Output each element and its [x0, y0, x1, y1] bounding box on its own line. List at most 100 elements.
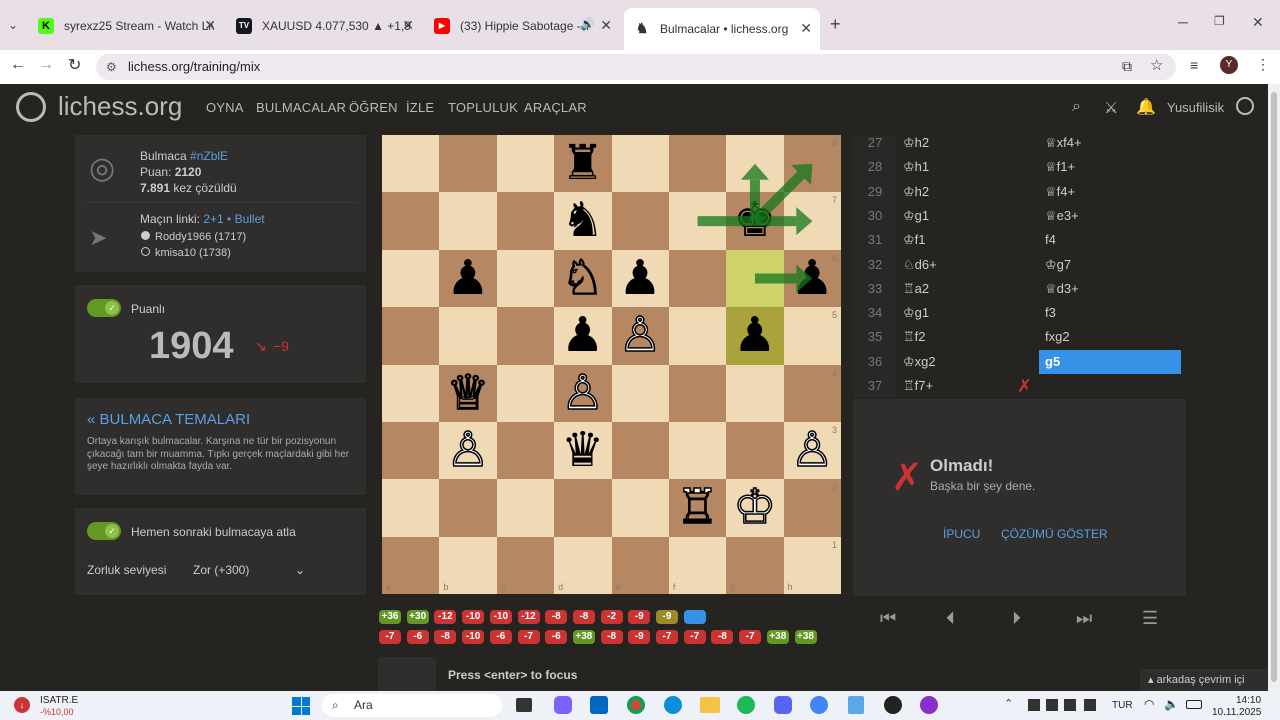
- input-language[interactable]: TUR: [1112, 700, 1133, 711]
- black-move[interactable]: f3: [1045, 301, 1056, 325]
- black-move[interactable]: f4: [1045, 228, 1056, 252]
- forward-icon[interactable]: →: [38, 56, 54, 74]
- square-f8[interactable]: [668, 135, 727, 193]
- square-e2[interactable]: [611, 479, 669, 537]
- black-pawn-d5[interactable]: ♟: [554, 307, 611, 364]
- edge-icon[interactable]: [664, 696, 682, 714]
- black-pawn-g5[interactable]: ♟: [726, 307, 783, 364]
- history-badge[interactable]: -10: [489, 610, 512, 624]
- clock-time[interactable]: 14:10: [1236, 695, 1261, 706]
- square-a5[interactable]: [382, 307, 440, 365]
- site-info-icon[interactable]: ⚙: [106, 54, 117, 80]
- back-icon[interactable]: ←: [10, 56, 26, 74]
- chess-board[interactable]: ♜ ♞ ♚ ♟ ♘ ♟ ♟ ♟ ♙ ♟ ♕ ♙ ♙ ♛ ♙ ♖ ♔ a b c d e f g h 8 7 6 5 4 3 2 1: [382, 135, 841, 594]
- nav-puzzles[interactable]: BULMACALAR: [256, 100, 346, 115]
- square-a2[interactable]: [382, 479, 440, 537]
- black-move[interactable]: ♕e3+: [1045, 204, 1079, 228]
- black-move[interactable]: ♕f1+: [1045, 155, 1075, 179]
- history-badge[interactable]: -6: [545, 630, 568, 644]
- white-pawn-e5[interactable]: ♙: [612, 306, 669, 364]
- white-move[interactable]: ♖f2: [903, 325, 926, 349]
- tab-lichess[interactable]: ♞ Bulmacalar • lichess.org ✕: [624, 8, 820, 50]
- black-pawn-b6[interactable]: ♟: [439, 250, 496, 307]
- clock-date[interactable]: 10.11.2025: [1212, 707, 1261, 718]
- autonext-toggle[interactable]: ✓: [87, 522, 121, 540]
- chrome-icon[interactable]: [627, 696, 645, 714]
- bookmark-star-icon[interactable]: ☆: [1150, 56, 1163, 74]
- nav-play[interactable]: OYNA: [206, 100, 244, 115]
- square-g6[interactable]: [726, 249, 784, 308]
- discord-icon[interactable]: [774, 696, 792, 714]
- difficulty-select[interactable]: Zor (+300) ⌄: [193, 563, 305, 577]
- square-b8[interactable]: [439, 135, 497, 193]
- history-badge[interactable]: -7: [379, 630, 401, 644]
- black-king-g7[interactable]: ♚: [726, 192, 783, 249]
- last-move-icon[interactable]: ⏭: [1076, 608, 1092, 629]
- white-move[interactable]: ♘d6+: [903, 253, 937, 277]
- site-logo[interactable]: lichess.org: [58, 91, 182, 122]
- square-g3[interactable]: [726, 421, 784, 480]
- taskbar-search[interactable]: ⌕ Ara: [322, 694, 502, 717]
- install-icon[interactable]: ⧉: [1122, 58, 1132, 75]
- history-badge[interactable]: -7: [683, 630, 706, 644]
- tray-app-icons[interactable]: [1028, 699, 1098, 711]
- history-badge[interactable]: -8: [545, 610, 568, 624]
- maximize-icon[interactable]: ❐: [1214, 14, 1225, 28]
- square-e7[interactable]: [611, 192, 669, 250]
- history-badge[interactable]: -12: [434, 610, 457, 624]
- white-rook-f2[interactable]: ♖: [669, 479, 726, 537]
- history-badge[interactable]: -10: [462, 610, 485, 624]
- tab-stream[interactable]: K syrexz25 Stream - Watch Live o ✕: [28, 8, 224, 44]
- history-badge[interactable]: -8: [600, 630, 623, 644]
- square-g4[interactable]: [726, 364, 784, 422]
- notepad-icon[interactable]: [848, 696, 864, 714]
- minimize-icon[interactable]: ─: [1178, 14, 1188, 30]
- square-c5[interactable]: [496, 307, 555, 365]
- white-move[interactable]: ♔h1: [903, 155, 929, 179]
- challenge-icon[interactable]: ⚔: [1104, 98, 1118, 118]
- themes-link[interactable]: « BULMACA TEMALARI: [87, 411, 250, 428]
- history-badge[interactable]: -2: [600, 610, 623, 624]
- notifications-icon[interactable]: 🔔: [1136, 97, 1156, 117]
- chat-box[interactable]: [378, 657, 436, 691]
- nav-community[interactable]: TOPLULUK: [448, 100, 518, 115]
- square-f4[interactable]: [668, 364, 727, 422]
- nav-learn[interactable]: ÖĞREN: [349, 100, 398, 115]
- white-pawn-b3[interactable]: ♙: [439, 421, 496, 479]
- nav-watch[interactable]: İZLE: [406, 100, 434, 115]
- history-badge[interactable]: -6: [489, 630, 512, 644]
- white-knight-d6[interactable]: ♘: [554, 249, 611, 307]
- history-badge[interactable]: -6: [406, 630, 429, 644]
- white-move[interactable]: ♔h2: [903, 180, 929, 204]
- page-scrollbar[interactable]: [1268, 84, 1280, 691]
- app-icon[interactable]: [920, 696, 938, 714]
- lichess-logo-icon[interactable]: [16, 92, 46, 122]
- history-badge[interactable]: -9: [656, 610, 678, 624]
- reload-icon[interactable]: ↻: [68, 55, 81, 75]
- game-link[interactable]: 2+1 • Bullet: [203, 212, 264, 226]
- white-move[interactable]: ♔g1: [903, 301, 929, 325]
- square-e3[interactable]: [611, 421, 669, 480]
- speaker-icon[interactable]: 🔊: [580, 17, 595, 31]
- next-move-icon[interactable]: ⏵: [1012, 608, 1021, 629]
- white-move[interactable]: ♔h2: [903, 135, 929, 155]
- history-badge[interactable]: +38: [766, 630, 789, 644]
- history-badge[interactable]: -7: [517, 630, 540, 644]
- show-solution-button[interactable]: ÇÖZÜMÜ GÖSTER: [1001, 527, 1108, 541]
- history-badge[interactable]: [683, 610, 706, 624]
- history-badge[interactable]: +38: [572, 630, 595, 644]
- puzzle-id-link[interactable]: #nZblE: [190, 149, 228, 163]
- history-badge[interactable]: -12: [517, 610, 540, 624]
- history-badge[interactable]: -10: [462, 630, 485, 644]
- square-f6[interactable]: [668, 249, 727, 308]
- square-f1[interactable]: [668, 536, 727, 594]
- history-badge[interactable]: -7: [739, 630, 762, 644]
- history-badge[interactable]: +38: [794, 630, 817, 644]
- window-close-icon[interactable]: ✕: [1252, 14, 1264, 31]
- rated-toggle[interactable]: ✓: [87, 299, 121, 317]
- stock-name[interactable]: ISATR.E: [40, 695, 78, 706]
- extensions-icon[interactable]: ≡: [1190, 57, 1198, 73]
- white-queen-b4[interactable]: ♕: [439, 364, 496, 422]
- square-b7[interactable]: [439, 192, 497, 250]
- black-player[interactable]: kmisa10 (1738): [141, 247, 231, 259]
